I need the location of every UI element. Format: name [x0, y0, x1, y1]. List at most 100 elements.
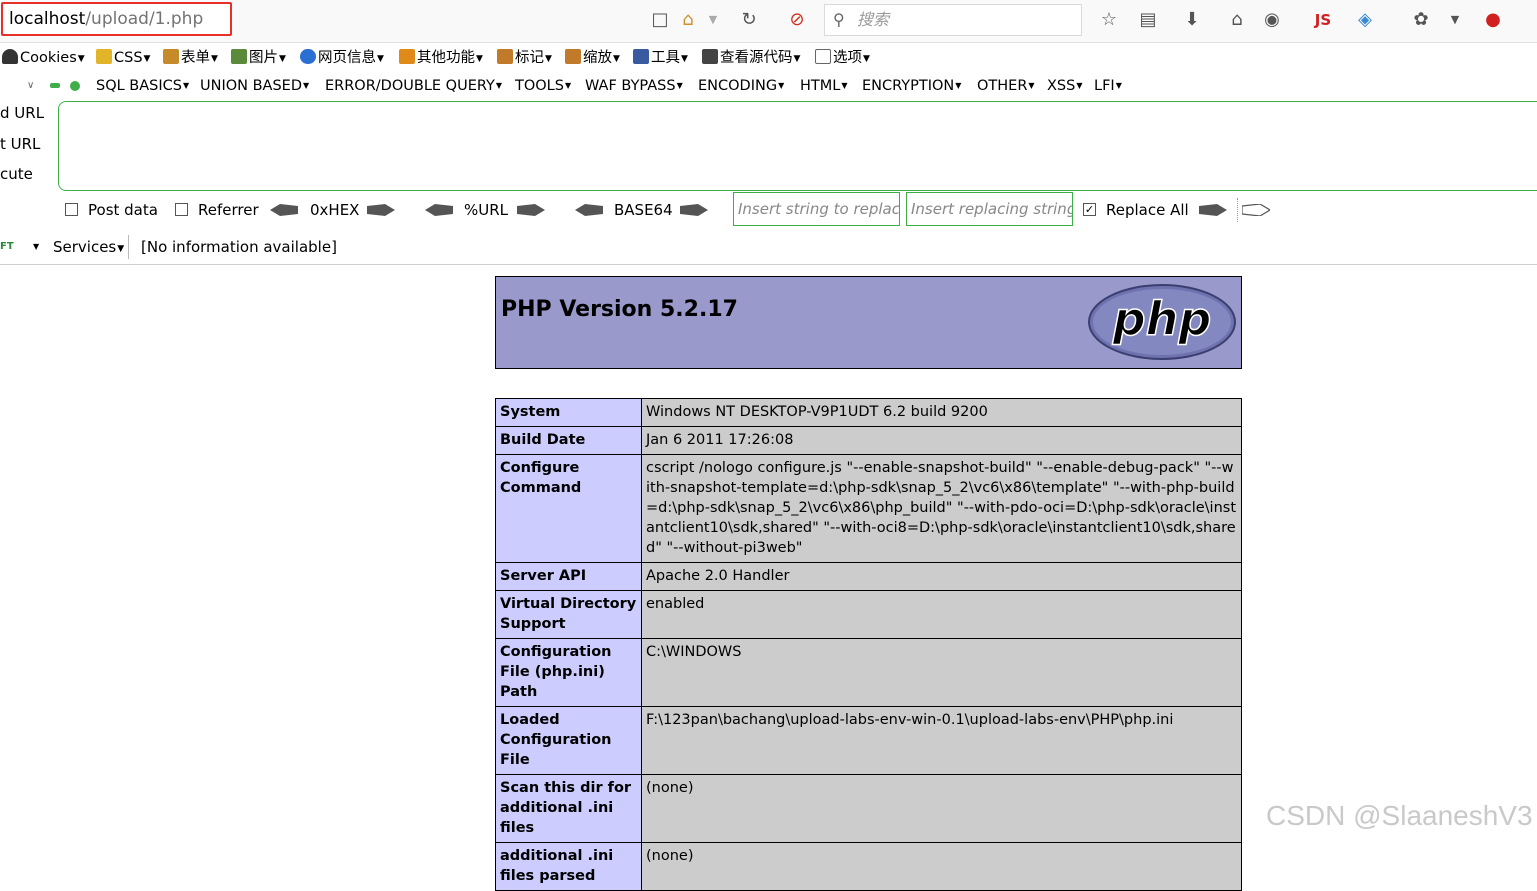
config-value: Jan 6 2011 17:26:08 — [641, 426, 1242, 455]
ft-label[interactable]: FT — [0, 230, 14, 264]
palette-icon[interactable]: ✿ — [1409, 8, 1433, 32]
bookmark-label: 标记 — [515, 50, 544, 66]
menu-waf-bypass[interactable]: WAF BYPASS▼ — [585, 72, 683, 100]
ft-dropdown-icon[interactable]: ▼ — [33, 230, 39, 264]
bookmark-form[interactable]: 表单▼ — [163, 44, 218, 73]
load-url-button[interactable]: d URL — [0, 104, 44, 122]
config-value: enabled — [641, 590, 1242, 639]
search-input[interactable]: ⚲ 搜索 — [824, 4, 1082, 36]
options-icon — [815, 49, 831, 64]
replacing-string-input[interactable]: Insert replacing string — [906, 192, 1073, 226]
bookmark-label: 网页信息 — [318, 50, 376, 66]
zoom-icon — [565, 49, 581, 64]
split-url-button[interactable]: t URL — [0, 135, 40, 153]
replace-string-input[interactable]: Insert string to replace — [733, 192, 900, 226]
reload-icon[interactable]: ↻ — [737, 8, 761, 32]
bookmark-css[interactable]: CSS▼ — [96, 44, 150, 73]
config-key: Loaded Configuration File — [495, 706, 642, 775]
config-key: additional .ini files parsed — [495, 842, 642, 891]
bookmark-label: 选项 — [833, 50, 862, 66]
hackbar-url-textarea[interactable] — [58, 101, 1537, 191]
replace-all-checkbox[interactable]: ✓ — [1083, 203, 1096, 216]
replace-all-label: Replace All — [1106, 201, 1189, 219]
menu-label: HTML — [800, 78, 841, 94]
menu-other[interactable]: OTHER▼ — [977, 72, 1035, 100]
replace-arrow-icon[interactable] — [1199, 204, 1227, 216]
execute-button[interactable]: cute — [0, 165, 33, 183]
menu-encryption[interactable]: ENCRYPTION▼ — [862, 72, 961, 100]
menu-label: ENCRYPTION — [862, 78, 955, 94]
bookmark-mark[interactable]: 标记▼ — [497, 44, 552, 73]
post-data-label: Post data — [88, 201, 158, 219]
hackbar-status-bar: FT ▼ Services▼ [No information available… — [0, 230, 1537, 265]
table-row: Loaded Configuration File F:\123pan\bacha… — [495, 706, 1242, 775]
collapse-chevron-icon[interactable]: ∨ — [27, 72, 34, 100]
javascript-toggle[interactable]: JS — [1308, 8, 1338, 32]
replace-next-arrow-icon[interactable] — [1242, 204, 1270, 216]
minus-icon[interactable] — [50, 83, 60, 88]
bookmark-image[interactable]: 图片▼ — [231, 44, 286, 73]
hex-decode-arrow-icon[interactable] — [270, 204, 298, 216]
services-label: Services — [53, 238, 117, 256]
table-row: Server API Apache 2.0 Handler — [495, 562, 1242, 591]
home-icon[interactable]: ⌂ — [1225, 8, 1249, 32]
overflow-menu-icon[interactable]: ▼ — [1443, 8, 1467, 32]
download-icon[interactable]: ⬇ — [1180, 8, 1204, 32]
source-icon — [702, 49, 718, 64]
bookmark-view-source[interactable]: 查看源代码▼ — [702, 44, 800, 73]
config-key: Server API — [495, 562, 642, 591]
menu-label: OTHER — [977, 78, 1028, 94]
config-key: Build Date — [495, 426, 642, 455]
url-decode-arrow-icon[interactable] — [425, 204, 453, 216]
bookmark-misc[interactable]: 其他功能▼ — [399, 44, 483, 73]
menu-label: XSS — [1047, 78, 1076, 94]
services-menu[interactable]: Services▼ — [53, 230, 124, 266]
globe-icon[interactable]: ◉ — [1260, 8, 1284, 32]
menu-label: WAF BYPASS — [585, 78, 676, 94]
bookmark-tools[interactable]: 工具▼ — [633, 44, 688, 73]
url-label: %URL — [464, 201, 509, 219]
bookmark-page-info[interactable]: 网页信息▼ — [300, 44, 384, 73]
menu-tools[interactable]: TOOLS▼ — [515, 72, 571, 100]
bookmark-label: 表单 — [181, 50, 210, 66]
url-encode-arrow-icon[interactable] — [517, 204, 545, 216]
info-icon — [300, 49, 316, 64]
menu-xss[interactable]: XSS▼ — [1047, 72, 1083, 100]
image-icon — [231, 49, 247, 64]
bookmark-label: CSS — [114, 50, 143, 66]
bookmark-options[interactable]: 选项▼ — [815, 44, 870, 73]
menu-union-based[interactable]: UNION BASED▼ — [200, 72, 309, 100]
config-value: (none) — [641, 774, 1242, 843]
search-icon: ⚲ — [833, 10, 845, 29]
phpinfo-table: System Windows NT DESKTOP-V9P1UDT 6.2 bui… — [495, 398, 1242, 891]
referrer-checkbox[interactable] — [175, 203, 188, 216]
post-data-checkbox[interactable] — [65, 203, 78, 216]
home-page-icon[interactable]: ⌂ — [676, 8, 700, 32]
bookmark-star-icon[interactable]: ☆ — [1097, 8, 1121, 32]
extension-icon[interactable]: ● — [1481, 8, 1505, 32]
base64-decode-arrow-icon[interactable] — [575, 204, 603, 216]
block-icon[interactable]: ⊘ — [785, 8, 809, 32]
watermark: CSDN @SlaaneshV3 — [1266, 800, 1533, 831]
library-icon[interactable]: ▤ — [1136, 8, 1160, 32]
menu-sql-basics[interactable]: SQL BASICS▼ — [96, 72, 189, 100]
hex-encode-arrow-icon[interactable] — [367, 204, 395, 216]
menu-lfi[interactable]: LFI▼ — [1094, 72, 1122, 100]
reader-view-icon[interactable]: □ — [648, 8, 672, 32]
translate-icon[interactable]: ◈ — [1353, 8, 1377, 32]
config-key: System — [495, 398, 642, 427]
dropdown-arrow-icon[interactable]: ▼ — [701, 8, 725, 32]
base64-encode-arrow-icon[interactable] — [680, 204, 708, 216]
menu-error-double-query[interactable]: ERROR/DOUBLE QUERY▼ — [325, 72, 502, 100]
phpinfo-header: PHP Version 5.2.17 php — [495, 276, 1242, 369]
bookmark-zoom[interactable]: 缩放▼ — [565, 44, 620, 73]
menu-html[interactable]: HTML▼ — [800, 72, 848, 100]
config-value: cscript /nologo configure.js "--enable-s… — [641, 454, 1242, 563]
navigation-bar: localhost/upload/1.php □ ⌂ ▼ ↻ ⊘ ⚲ 搜索 ☆ … — [0, 0, 1537, 43]
php-logo-icon[interactable]: php — [1087, 283, 1237, 361]
bookmark-cookies[interactable]: Cookies▼ — [2, 44, 85, 73]
plus-icon[interactable] — [70, 81, 80, 91]
menu-encoding[interactable]: ENCODING▼ — [698, 72, 784, 100]
address-bar[interactable]: localhost/upload/1.php — [1, 2, 232, 36]
hex-label: 0xHEX — [310, 201, 360, 219]
